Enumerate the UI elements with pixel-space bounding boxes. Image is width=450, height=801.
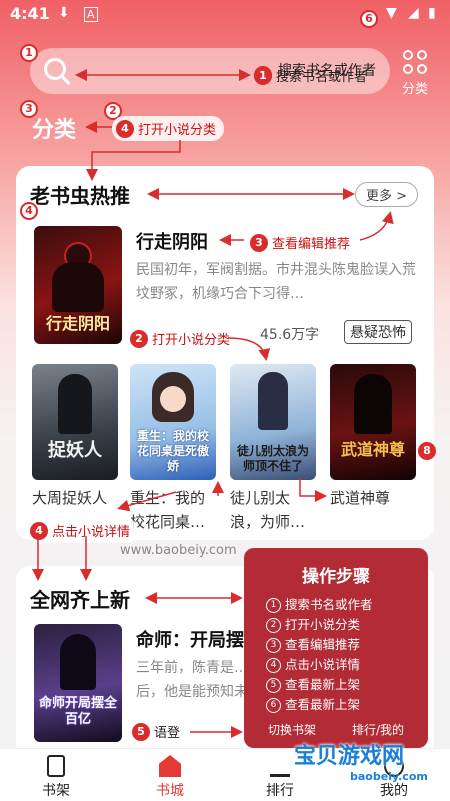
category-label: 分类 <box>401 82 428 97</box>
app-notify-icon: A <box>84 7 98 22</box>
book-description: 三年前，陈青是…后，他是能预知未 <box>136 660 248 700</box>
annotation-login: 5 语登 <box>132 722 180 741</box>
annotation-badge-6: 6 <box>360 10 378 28</box>
grid-book-title[interactable]: 武道神尊 <box>330 486 418 534</box>
step-item: 1 搜索书名或作者 <box>266 595 428 615</box>
book-cover[interactable]: 行走阴阳 <box>34 226 122 344</box>
annotation-badge-8: 8 <box>418 442 436 460</box>
book-category-tag: 悬疑恐怖 <box>344 320 412 344</box>
cover-title: 命师开局摆全百亿 <box>38 696 117 727</box>
search-icon <box>44 58 66 80</box>
annotation-book-detail: 4 点击小说详情 <box>26 518 139 543</box>
grid-book-title[interactable]: 重生：我的校花同桌… <box>130 486 218 534</box>
steps-footer: 切换书架 排行/我的 <box>268 723 405 737</box>
page-title: 分类 <box>32 118 77 143</box>
cover-title: 行走阴阳 <box>45 314 110 333</box>
step-item: 2 打开小说分类 <box>266 615 428 635</box>
more-button[interactable]: 更多 > <box>354 182 418 207</box>
step-item: 6 查看最新上架 <box>266 695 428 715</box>
cover-title: 重生：我的校花同桌是死傲娇 <box>136 429 209 473</box>
steps-panel: 操作步骤 1 搜索书名或作者 2 打开小说分类 3 查看编辑推荐 4 点击小说详情 5查… <box>244 548 428 748</box>
book-word-count: 45.6万字 <box>260 327 320 343</box>
book-cover[interactable]: 武道神尊 <box>330 364 416 480</box>
ranking-icon <box>270 755 290 777</box>
cover-cloak <box>52 262 104 312</box>
cover-title: 武道神尊 <box>340 440 405 459</box>
watermark-url: baobeiy.com <box>350 770 428 783</box>
download-icon: ⬇ <box>58 5 70 21</box>
annotation-badge-1b: 1 <box>20 44 38 62</box>
annotation-open-category-2: 2 打开小说分类 <box>126 326 239 351</box>
book-cover[interactable]: 徒儿别太浪为师顶不住了 <box>230 364 316 480</box>
step-item: 3 查看编辑推荐 <box>266 635 428 655</box>
signal-icon: ◢ <box>408 5 419 21</box>
book-title[interactable]: 命师：开局摆 <box>136 626 244 652</box>
annotation-badge-3: 3 <box>20 100 38 118</box>
bookshelf-icon <box>47 755 65 777</box>
status-bar: 4:41 ⬇ A ▼ ◢ ▮ 6 <box>0 0 450 30</box>
annotation-search: 1 搜索书名或作者 <box>254 66 367 85</box>
battery-icon: ▮ <box>428 5 436 21</box>
grid-book-title[interactable]: 徒儿别太浪，为师… <box>230 486 318 534</box>
cover-title: 徒儿别太浪为师顶不住了 <box>236 444 309 473</box>
book-description: 民国初年，军阀割据。市井混头陈鬼脸误入荒坟野冢，机缘巧合下习得… <box>136 262 416 302</box>
status-time: 4:41 <box>10 4 50 23</box>
category-grid-icon <box>398 50 432 74</box>
book-cover[interactable]: 重生：我的校花同桌是死傲娇 <box>130 364 216 480</box>
annotation-open-category: 4 打开小说分类 <box>112 116 225 141</box>
book-cover[interactable]: 捉妖人 <box>32 364 118 480</box>
section-title: 全网齐上新 <box>30 588 130 612</box>
annotation-badge-4: 4 <box>20 202 38 220</box>
nav-bookstore[interactable]: 书城 <box>140 755 200 800</box>
home-icon <box>159 755 181 777</box>
cover-title: 捉妖人 <box>48 440 102 461</box>
nav-bookshelf[interactable]: 书架 <box>26 755 86 800</box>
site-url: www.baobeiy.com <box>120 543 237 558</box>
editor-picks-card: 老书虫热推 更多 > 行走阴阳 行走阴阳 民国初年，军阀割据。市井混头陈鬼脸误入… <box>16 166 434 540</box>
annotation-editor-picks: 3 查看编辑推荐 <box>246 230 359 255</box>
section-title: 老书虫热推 <box>30 184 130 208</box>
step-item: 4 点击小说详情 <box>266 655 428 675</box>
category-button[interactable]: 分类 <box>398 50 432 97</box>
book-title[interactable]: 行走阴阳 <box>136 228 208 254</box>
steps-title: 操作步骤 <box>302 567 370 587</box>
book-cover[interactable]: 命师开局摆全百亿 <box>34 624 122 742</box>
step-item: 5 查看最新上架 <box>266 675 428 695</box>
wifi-icon: ▼ <box>386 5 397 21</box>
watermark-title: 宝贝游戏网 <box>294 744 405 769</box>
